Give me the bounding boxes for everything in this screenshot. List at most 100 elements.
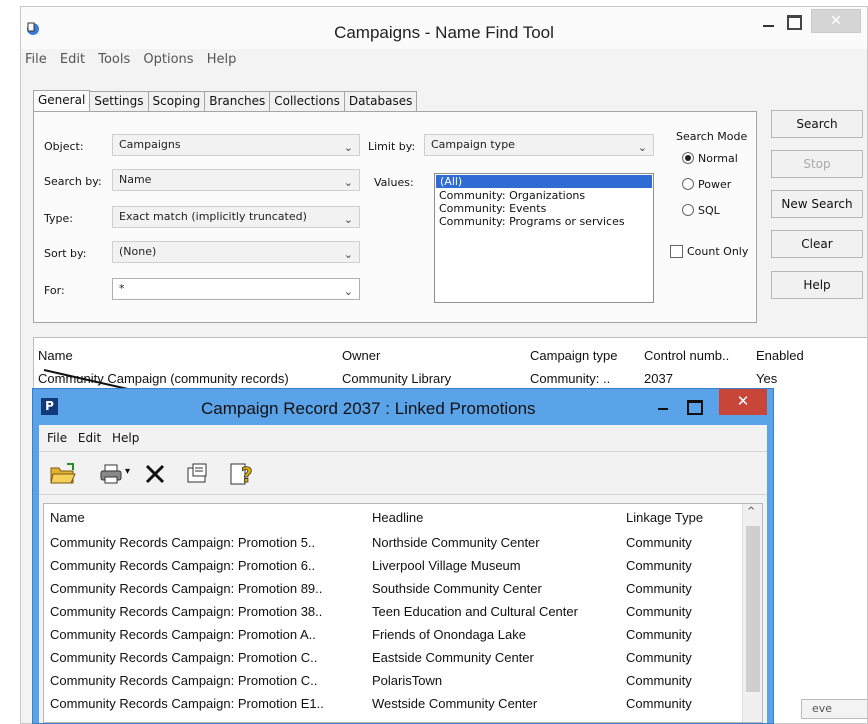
type-select[interactable]: Exact match (implicitly truncated) ⌄ (112, 206, 360, 228)
table-row[interactable]: Community Records Campaign: Promotion E1… (44, 691, 744, 715)
promotion-name: Community Records Campaign: Promotion 38… (50, 604, 323, 619)
search-by-select[interactable]: Name ⌄ (112, 169, 360, 191)
promotion-name: Community Records Campaign: Promotion C.… (50, 650, 318, 665)
menubar: File Edit Tools Options Help (21, 49, 867, 71)
checkbox-icon (670, 245, 683, 258)
vertical-scrollbar[interactable]: ^ (742, 504, 762, 722)
values-listbox[interactable]: (All) Community: Organizations Community… (434, 173, 654, 303)
menu-edit[interactable]: Edit (60, 49, 85, 71)
list-item[interactable]: (All) (436, 175, 652, 188)
menu-file[interactable]: File (25, 49, 47, 71)
properties-icon[interactable] (185, 462, 209, 486)
tab-branches[interactable]: Branches (204, 91, 271, 111)
object-select[interactable]: Campaigns ⌄ (112, 134, 360, 156)
result-owner[interactable]: Community Library (342, 371, 451, 386)
column-header-enabled[interactable]: Enabled (756, 348, 804, 363)
table-row[interactable]: Community Records Campaign: Promotion C.… (44, 668, 744, 692)
child-minimize-button[interactable] (653, 397, 673, 417)
radio-selected-icon (682, 152, 694, 164)
list-item[interactable]: Community: Events (435, 202, 653, 215)
scrollbar-thumb[interactable] (746, 526, 760, 692)
type-label: Type: (44, 212, 73, 225)
clear-button[interactable]: Clear (771, 230, 863, 258)
column-header-control-number[interactable]: Control numb.. (644, 348, 729, 363)
result-control-number[interactable]: 2037 (644, 371, 673, 386)
table-row[interactable]: Community Records Campaign: Promotion A.… (44, 622, 744, 646)
promotion-linkage-type: Community (626, 581, 692, 596)
radio-power-label: Power (698, 178, 732, 191)
radio-normal[interactable]: Normal (682, 152, 738, 165)
chevron-down-icon: ⌄ (343, 285, 353, 298)
promotion-name: Community Records Campaign: Promotion 6.… (50, 558, 316, 573)
help-button[interactable]: Help (771, 271, 863, 299)
promotion-headline: Southside Community Center (372, 581, 542, 596)
table-row[interactable]: Community Records Campaign: Promotion 6.… (44, 553, 744, 577)
stop-button[interactable]: Stop (771, 150, 863, 178)
for-input[interactable]: * ⌄ (112, 278, 360, 300)
radio-icon (682, 204, 694, 216)
list-item[interactable]: Community: Organizations (435, 189, 653, 202)
linked-promotions-grid: Name Headline Linkage Type Community Rec… (43, 503, 763, 723)
print-icon[interactable] (99, 462, 123, 486)
main-title-bar[interactable]: Campaigns - Name Find Tool ✕ (21, 7, 867, 49)
limit-by-label: Limit by: (368, 140, 416, 153)
menu-tools[interactable]: Tools (98, 49, 130, 71)
tab-collections[interactable]: Collections (269, 91, 345, 111)
tab-settings[interactable]: Settings (89, 91, 149, 111)
search-button[interactable]: Search (771, 110, 863, 138)
scroll-up-icon[interactable]: ^ (747, 506, 755, 517)
column-header-name[interactable]: Name (50, 510, 85, 525)
print-dropdown-chevron-icon[interactable]: ▾ (125, 466, 130, 490)
table-row[interactable]: Community Records Campaign: Promotion C.… (44, 645, 744, 669)
radio-power[interactable]: Power (682, 178, 731, 191)
tab-scoping[interactable]: Scoping (147, 91, 206, 111)
result-campaign-type[interactable]: Community: .. (530, 371, 610, 386)
list-item[interactable]: Community: Programs or services (435, 215, 653, 228)
delete-icon[interactable] (143, 462, 167, 486)
new-search-button[interactable]: New Search (771, 190, 863, 218)
linked-promotions-window: P Campaign Record 2037 : Linked Promotio… (32, 388, 774, 724)
promotion-headline: Westside Community Center (372, 696, 538, 711)
promotion-linkage-type: Community (626, 650, 692, 665)
promotion-headline: Teen Education and Cultural Center (372, 604, 578, 619)
column-header-name[interactable]: Name (38, 348, 73, 363)
hidden-button-peek[interactable]: eve (801, 699, 867, 719)
column-header-linkage-type[interactable]: Linkage Type (626, 510, 703, 525)
window-title: Campaigns - Name Find Tool (334, 23, 554, 42)
open-folder-icon[interactable] (49, 462, 77, 486)
minimize-button[interactable] (755, 9, 781, 33)
close-button[interactable]: ✕ (811, 9, 861, 33)
child-title-bar[interactable]: P Campaign Record 2037 : Linked Promotio… (39, 389, 767, 425)
tab-databases[interactable]: Databases (343, 91, 418, 111)
count-only-checkbox[interactable]: Count Only (670, 245, 748, 258)
promotion-headline: Northside Community Center (372, 535, 540, 550)
result-enabled[interactable]: Yes (756, 371, 777, 386)
app-p-icon: P (41, 398, 58, 415)
svg-text:?: ? (241, 463, 253, 486)
child-maximize-button[interactable] (683, 397, 703, 417)
child-menu-file[interactable]: File (47, 431, 67, 445)
tab-general[interactable]: General (33, 90, 91, 112)
child-toolbar: ▾ ? (39, 451, 767, 495)
child-menu-help[interactable]: Help (112, 431, 139, 445)
sort-by-select[interactable]: (None) ⌄ (112, 241, 360, 263)
chevron-down-icon: ⌄ (343, 213, 353, 226)
limit-by-select[interactable]: Campaign type ⌄ (424, 134, 654, 156)
menu-help[interactable]: Help (207, 49, 237, 71)
chevron-down-icon: ⌄ (343, 141, 353, 154)
child-menu-edit[interactable]: Edit (78, 431, 101, 445)
column-header-campaign-type[interactable]: Campaign type (530, 348, 617, 363)
radio-sql[interactable]: SQL (682, 204, 720, 217)
table-row[interactable]: Community Records Campaign: Promotion 5.… (44, 530, 744, 554)
child-close-button[interactable]: ✕ (719, 389, 767, 415)
table-row[interactable]: Community Records Campaign: Promotion 89… (44, 576, 744, 600)
radio-normal-label: Normal (698, 152, 738, 165)
menu-options[interactable]: Options (143, 49, 193, 71)
maximize-button[interactable] (781, 9, 805, 33)
table-row[interactable]: Community Records Campaign: Promotion 38… (44, 599, 744, 623)
radio-sql-label: SQL (698, 204, 720, 217)
column-header-headline[interactable]: Headline (372, 510, 423, 525)
help-query-icon[interactable]: ? (229, 462, 255, 486)
promotion-linkage-type: Community (626, 558, 692, 573)
column-header-owner[interactable]: Owner (342, 348, 380, 363)
